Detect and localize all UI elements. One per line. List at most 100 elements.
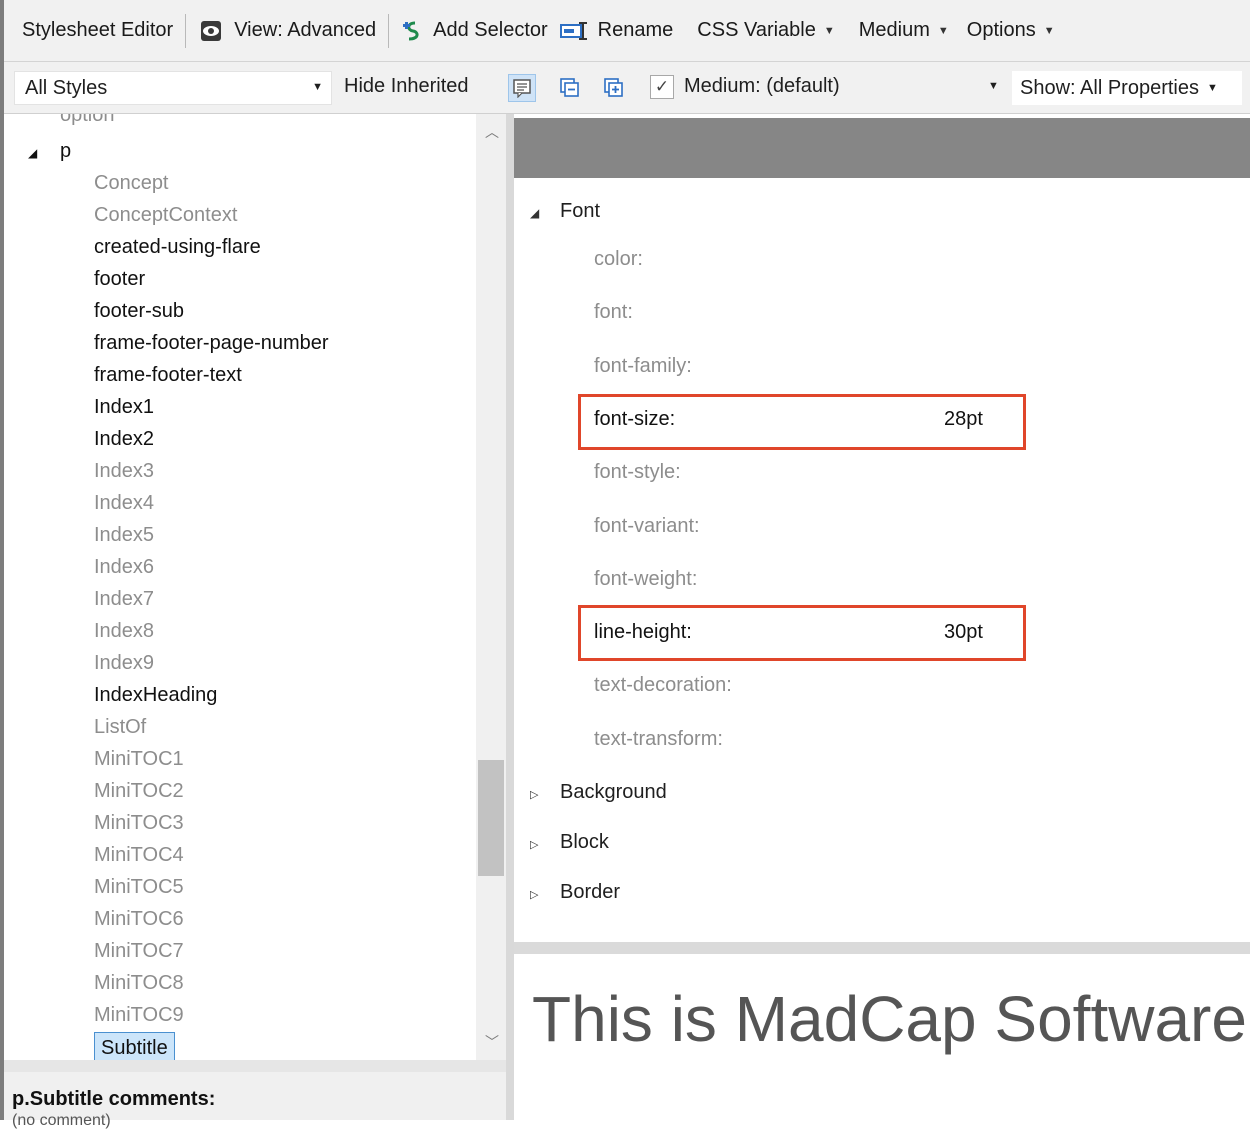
group-border[interactable]: ▷ Border [530,877,620,907]
rename-label: Rename [597,19,674,41]
tree-item[interactable]: Concept [94,168,169,200]
group-font[interactable]: ◢ Font [530,196,600,226]
add-selector-label: Add Selector [433,19,548,41]
tree-item-p[interactable]: ◢ p [28,136,71,168]
comment-icon [513,79,531,98]
tree-item-partial[interactable]: option [60,114,115,132]
expand-all-button[interactable] [600,74,628,102]
tree-item[interactable]: MiniTOC9 [94,1000,184,1032]
tree-item-selected[interactable]: Subtitle [94,1032,175,1060]
scrollbar-thumb[interactable] [478,760,504,876]
scroll-up-icon[interactable]: ︿ [485,122,499,142]
secondary-toolbar: All Styles ▼ Hide Inherited ✓ Medium: (d… [4,62,1250,114]
group-background[interactable]: ▷ Background [530,777,667,807]
view-advanced-button[interactable]: View: Advanced [192,11,382,51]
main-toolbar: Stylesheet Editor View: Advanced Add Sel… [4,0,1250,62]
group-block[interactable]: ▷ Block [530,827,609,857]
tree-item[interactable]: IndexHeading [94,680,217,712]
editor-title: Stylesheet Editor [22,19,174,41]
property-name[interactable]: font-weight: [594,564,697,594]
expanded-triangle-icon[interactable]: ◢ [28,138,60,168]
collapse-all-icon [560,78,579,97]
styles-filter-select[interactable]: All Styles ▼ [14,71,332,105]
chevron-down-icon: ▼ [937,24,949,37]
highlight-box-line-height [578,605,1026,661]
group-label: Block [560,831,609,853]
property-name[interactable]: text-decoration: [594,670,732,700]
property-name[interactable]: color: [594,244,643,274]
hide-inherited-button[interactable]: Hide Inherited [344,75,469,98]
comments-title: p.Subtitle comments: [12,1088,216,1110]
comments-panel: p.Subtitle comments: (no comment) [4,1060,506,1129]
dropdown-arrow-icon: ▼ [312,81,323,93]
tree-item[interactable]: Index9 [94,648,154,680]
check-icon: ✓ [654,77,670,96]
collapsed-triangle-icon[interactable]: ▷ [530,830,560,860]
tree-scrollbar[interactable]: ︿ ﹀ [476,114,506,1060]
property-name[interactable]: font-family: [594,351,692,381]
tree-item[interactable]: Index7 [94,584,154,616]
tree-item[interactable]: MiniTOC3 [94,808,184,840]
tree-item[interactable]: MiniTOC4 [94,840,184,872]
tree-item[interactable]: MiniTOC5 [94,872,184,904]
tree-item[interactable]: frame-footer-page-number [94,328,329,360]
property-name[interactable]: text-transform: [594,724,723,754]
add-selector-icon [403,21,419,40]
rename-icon [559,21,587,40]
horizontal-splitter[interactable] [514,942,1250,954]
tree-item[interactable]: MiniTOC1 [94,744,184,776]
medium-select-arrow[interactable]: ▼ [988,80,999,92]
tree-item[interactable]: footer [94,264,145,296]
tree-item[interactable]: MiniTOC6 [94,904,184,936]
show-properties-value: Show: All Properties [1020,76,1199,99]
toolbar-separator [388,13,390,48]
tree-item[interactable]: Index2 [94,424,154,456]
show-properties-select[interactable]: Show: All Properties ▼ [1012,71,1242,105]
rename-button[interactable]: Rename [554,11,680,51]
tree-item[interactable]: ListOf [94,712,146,744]
tree-item[interactable]: Index6 [94,552,154,584]
group-label: Background [560,781,667,803]
dropdown-arrow-icon: ▼ [1206,82,1218,94]
tree-item[interactable]: Index4 [94,488,154,520]
tree-item[interactable]: created-using-flare [94,232,261,264]
scroll-down-icon[interactable]: ﹀ [485,1032,499,1052]
collapse-all-button[interactable] [556,74,584,102]
tree-item[interactable]: MiniTOC2 [94,776,184,808]
group-label: Border [560,881,621,903]
comments-value[interactable]: (no comment) [12,1112,111,1130]
medium-dropdown[interactable]: Medium ▼ [853,11,955,51]
tree-item[interactable]: frame-footer-text [94,360,242,392]
medium-checkbox[interactable]: ✓ [650,75,674,99]
preview-pane: This is MadCap Software [514,954,1250,1120]
medium-menu-label: Medium [858,19,930,41]
tree-item[interactable]: Index8 [94,616,154,648]
css-variable-dropdown[interactable]: CSS Variable ▼ [691,11,840,51]
highlight-box-font-size [578,394,1026,450]
view-icon [201,20,222,41]
vertical-splitter[interactable] [506,114,514,1120]
tree-item[interactable]: Index3 [94,456,154,488]
add-selector-button[interactable]: Add Selector [395,11,554,51]
tree-item[interactable]: ConceptContext [94,200,237,232]
expanded-triangle-icon[interactable]: ◢ [530,198,560,228]
tree-item[interactable]: Index1 [94,392,154,424]
chevron-down-icon: ▼ [823,24,835,37]
properties-header-band [514,118,1250,178]
tree-item[interactable]: MiniTOC7 [94,936,184,968]
tree-item[interactable]: Index5 [94,520,154,552]
tree-item[interactable]: footer-sub [94,296,184,328]
options-dropdown[interactable]: Options ▼ [961,11,1061,51]
property-name[interactable]: font: [594,297,633,327]
tree-item[interactable]: MiniTOC8 [94,968,184,1000]
properties-grid: ◢ Font color: font: font-family: font-size: 2… [514,178,1250,942]
tree-item-label: p [60,140,72,162]
collapsed-triangle-icon[interactable]: ▷ [530,780,560,810]
property-name[interactable]: font-style: [594,457,681,487]
styles-filter-value: All Styles [25,76,108,99]
collapsed-triangle-icon[interactable]: ▷ [530,880,560,910]
preview-text: This is MadCap Software [532,983,1247,1055]
selector-tree: option ◢ p Concept ConceptContext created-u… [4,114,476,1060]
show-comments-toggle[interactable] [508,74,536,102]
property-name[interactable]: font-variant: [594,511,700,541]
